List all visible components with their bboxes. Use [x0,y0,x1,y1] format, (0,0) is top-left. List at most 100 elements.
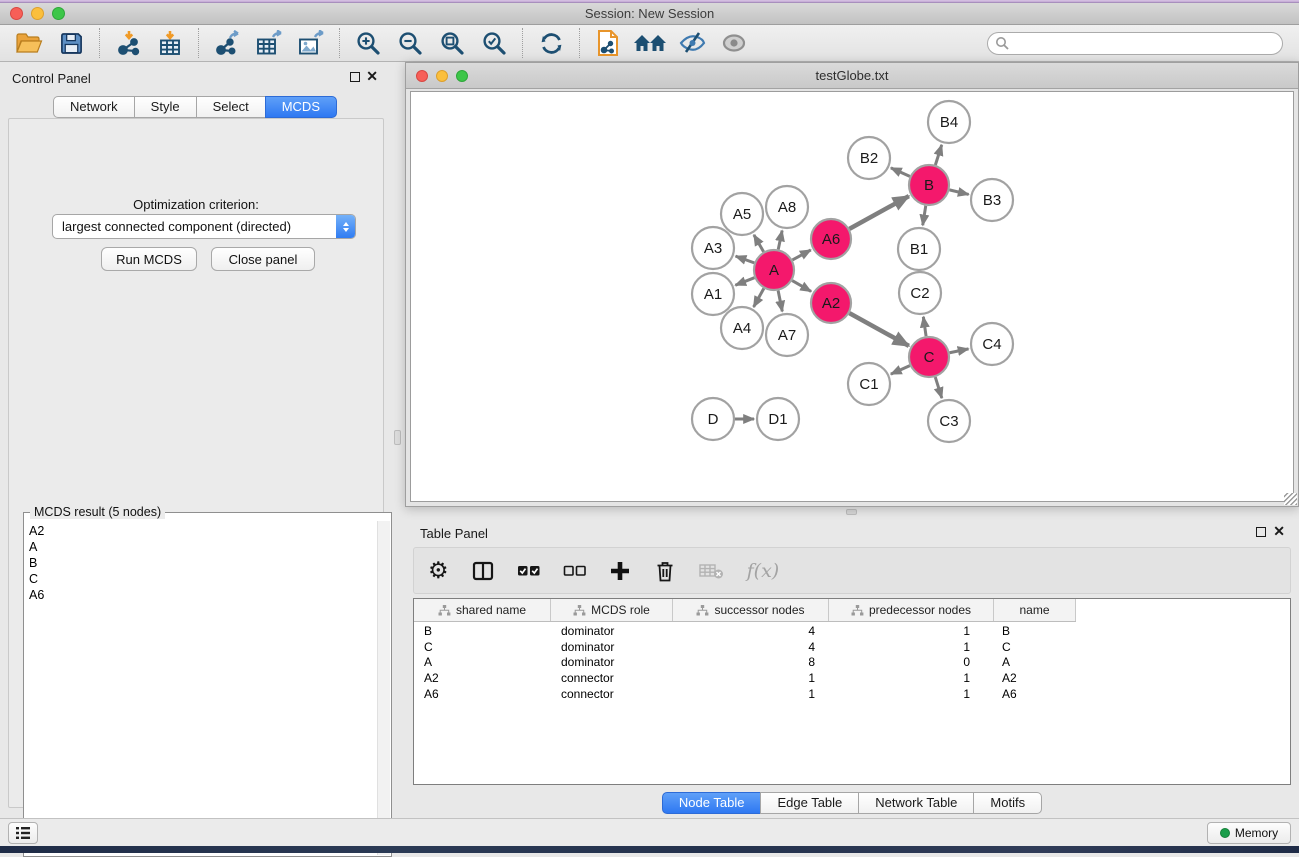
table-cell[interactable]: 8 [673,655,829,669]
column-header-predecessor-nodes[interactable]: predecessor nodes [829,599,994,621]
graph-edge-A-A5[interactable] [754,235,764,252]
tab-style[interactable]: Style [134,96,197,118]
table-settings-button[interactable]: ⚙ [428,556,449,586]
zoom-selected-button[interactable] [473,27,515,60]
tab-motifs[interactable]: Motifs [973,792,1042,814]
table-cell[interactable]: dominator [551,624,673,638]
graph-edge-B-B4[interactable] [935,145,941,165]
criterion-dropdown[interactable]: largest connected component (directed) [52,214,356,239]
delete-column-button[interactable] [653,556,677,586]
show-all-button[interactable] [713,27,755,60]
table-row[interactable]: A6connector11A6 [414,686,1290,702]
table-cell[interactable]: 4 [673,624,829,638]
import-table-button[interactable] [149,27,191,60]
deselect-all-button[interactable] [563,556,587,586]
open-file-button[interactable] [8,27,50,60]
tab-network-table[interactable]: Network Table [858,792,974,814]
close-panel-button[interactable]: Close panel [211,247,315,271]
select-all-button[interactable] [517,556,541,586]
table-cell[interactable]: A6 [414,687,551,701]
import-network-button[interactable] [107,27,149,60]
table-cell[interactable]: A [414,655,551,669]
task-history-button[interactable] [8,822,38,844]
graph-edge-C-C1[interactable] [891,366,910,375]
delete-table-button[interactable] [699,556,725,586]
graph-edge-A-A8[interactable] [778,231,782,250]
graph-edge-A-A6[interactable] [792,250,810,260]
table-cell[interactable]: connector [551,687,673,701]
table-cell[interactable]: 1 [829,671,994,685]
table-row[interactable]: A2connector11A2 [414,670,1290,686]
graph-edge-C-C4[interactable] [950,349,969,353]
table-cell[interactable]: 1 [829,624,994,638]
first-neighbors-button[interactable] [629,27,671,60]
close-panel-icon[interactable]: ✕ [366,71,378,81]
horizontal-splitter-grip[interactable] [846,509,857,515]
memory-button[interactable]: Memory [1207,822,1291,844]
column-header-shared-name[interactable]: shared name [414,599,551,621]
result-list-item[interactable]: A2 [29,523,377,539]
show-column-button[interactable] [471,556,495,586]
table-cell[interactable]: B [414,624,551,638]
table-cell[interactable]: 1 [829,640,994,654]
table-cell[interactable]: 4 [673,640,829,654]
column-header-successor-nodes[interactable]: successor nodes [673,599,829,621]
table-cell[interactable]: A6 [994,687,1076,701]
graph-edge-C-C3[interactable] [935,377,942,398]
graph-edge-A-A4[interactable] [754,288,764,307]
graph-edge-A-A3[interactable] [736,256,755,263]
graph-edge-B-B1[interactable] [923,206,926,226]
tab-node-table[interactable]: Node Table [662,792,762,814]
table-cell[interactable]: dominator [551,640,673,654]
table-cell[interactable]: connector [551,671,673,685]
new-network-from-selection-button[interactable] [587,27,629,60]
graph-edge-C-C2[interactable] [923,317,926,336]
table-cell[interactable]: C [994,640,1076,654]
graph-edge-A-A1[interactable] [735,278,754,286]
tab-mcds[interactable]: MCDS [265,96,337,118]
float-panel-icon[interactable] [1256,527,1266,537]
table-row[interactable]: Adominator80A [414,654,1290,670]
add-column-button[interactable] [609,556,631,586]
graph-edge-A2-C[interactable] [849,313,908,346]
zoom-out-button[interactable] [389,27,431,60]
function-builder-button[interactable]: f(x) [747,556,780,586]
table-cell[interactable]: A2 [414,671,551,685]
network-canvas[interactable]: B4B2BB3A5A8A6B1A3AC2A1A2A4A7C4CC1C3DD1 [410,91,1294,502]
table-cell[interactable]: 1 [673,671,829,685]
graph-edge-A-A2[interactable] [792,281,811,292]
graph-edge-A6-B[interactable] [849,196,908,229]
table-row[interactable]: Bdominator41B [414,623,1290,639]
refresh-button[interactable] [530,27,572,60]
save-session-button[interactable] [50,27,92,60]
table-cell[interactable]: B [994,624,1076,638]
table-cell[interactable]: 1 [829,687,994,701]
column-header-MCDS-role[interactable]: MCDS role [551,599,673,621]
export-network-button[interactable] [206,27,248,60]
tab-edge-table[interactable]: Edge Table [760,792,859,814]
window-resize-grip[interactable] [1284,493,1297,505]
search-input[interactable] [987,32,1283,55]
table-cell[interactable]: A2 [994,671,1076,685]
hide-selection-button[interactable] [671,27,713,60]
close-panel-icon[interactable]: ✕ [1273,526,1285,536]
tab-select[interactable]: Select [196,96,266,118]
column-header-name[interactable]: name [994,599,1076,621]
zoom-in-button[interactable] [347,27,389,60]
table-cell[interactable]: dominator [551,655,673,669]
graph-edge-B-B3[interactable] [949,190,968,195]
export-image-button[interactable] [290,27,332,60]
table-cell[interactable]: 1 [673,687,829,701]
result-list-item[interactable]: C [29,571,377,587]
table-cell[interactable]: 0 [829,655,994,669]
table-cell[interactable]: C [414,640,551,654]
table-cell[interactable]: A [994,655,1076,669]
result-list-item[interactable]: A6 [29,587,377,603]
tab-network[interactable]: Network [53,96,135,118]
graph-edge-A-A7[interactable] [778,291,782,312]
table-row[interactable]: Cdominator41C [414,639,1290,655]
result-scrollbar[interactable] [377,521,390,855]
zoom-fit-button[interactable] [431,27,473,60]
graph-edge-B-B2[interactable] [891,168,910,177]
result-list-item[interactable]: B [29,555,377,571]
